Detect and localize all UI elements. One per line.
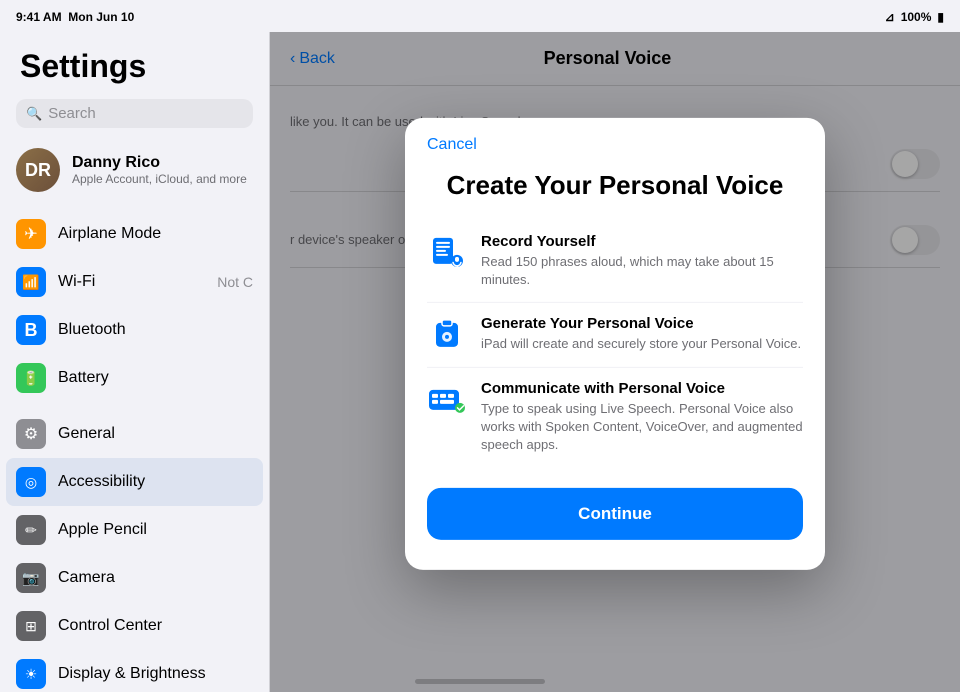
wifi-label: Wi-Fi	[58, 273, 205, 291]
battery-label: Battery	[58, 369, 253, 387]
display-label: Display & Brightness	[58, 665, 253, 683]
record-icon	[427, 233, 467, 273]
sidebar-item-apple-pencil[interactable]: ✏ Apple Pencil	[0, 506, 269, 554]
battery-percent: 100%	[901, 10, 932, 24]
sidebar-title: Settings	[0, 32, 269, 93]
time-display: 9:41 AM	[16, 10, 62, 24]
settings-list: ✈ Airplane Mode 📶 Wi-Fi Not C B Bluetoot…	[0, 210, 269, 692]
apple-pencil-label: Apple Pencil	[58, 521, 253, 539]
search-bar[interactable]: 🔍 Search	[16, 99, 253, 128]
status-time: 9:41 AM Mon Jun 10	[16, 10, 134, 24]
search-placeholder: Search	[48, 105, 96, 122]
user-info: Danny Rico Apple Account, iCloud, and mo…	[72, 154, 247, 186]
wifi-icon: ⊿	[885, 10, 895, 24]
airplane-mode-icon: ✈	[16, 219, 46, 249]
sidebar-item-accessibility[interactable]: ◎ Accessibility	[6, 458, 263, 506]
bluetooth-icon: B	[16, 315, 46, 345]
accessibility-icon: ◎	[16, 467, 46, 497]
modal-item-generate: Generate Your Personal Voice iPad will c…	[427, 302, 803, 367]
sidebar-item-control-center[interactable]: ⊞ Control Center	[0, 602, 269, 650]
ipad-frame: 9:41 AM Mon Jun 10 ⊿ 100% ▮ Settings 🔍 S…	[0, 0, 960, 692]
communicate-icon	[427, 379, 467, 419]
user-subtitle: Apple Account, iCloud, and more	[72, 172, 247, 186]
modal-create-personal-voice: Cancel Create Your Personal Voice	[405, 118, 825, 570]
sidebar-item-airplane-mode[interactable]: ✈ Airplane Mode	[0, 210, 269, 258]
sidebar: Settings 🔍 Search DR Danny Rico Apple Ac…	[0, 32, 270, 692]
modal-title: Create Your Personal Voice	[405, 162, 825, 221]
generate-icon	[427, 314, 467, 354]
date-display: Mon Jun 10	[68, 10, 134, 24]
modal-items-list: Record Yourself Read 150 phrases aloud, …	[405, 221, 825, 466]
record-desc: Read 150 phrases aloud, which may take a…	[481, 253, 803, 289]
sidebar-item-display[interactable]: ☀ Display & Brightness	[0, 650, 269, 692]
communicate-desc: Type to speak using Live Speech. Persona…	[481, 399, 803, 454]
sidebar-item-wifi[interactable]: 📶 Wi-Fi Not C	[0, 258, 269, 306]
status-bar: 9:41 AM Mon Jun 10 ⊿ 100% ▮	[0, 0, 960, 32]
modal-cancel-button[interactable]: Cancel	[405, 118, 499, 162]
generate-content: Generate Your Personal Voice iPad will c…	[481, 314, 801, 352]
modal-item-communicate: Communicate with Personal Voice Type to …	[427, 367, 803, 466]
generate-title: Generate Your Personal Voice	[481, 314, 801, 331]
camera-label: Camera	[58, 569, 253, 587]
status-indicators: ⊿ 100% ▮	[885, 10, 944, 24]
control-center-label: Control Center	[58, 617, 253, 635]
display-icon: ☀	[16, 659, 46, 689]
sidebar-item-camera[interactable]: 📷 Camera	[0, 554, 269, 602]
general-icon: ⚙	[16, 419, 46, 449]
general-label: General	[58, 425, 253, 443]
modal-item-record: Record Yourself Read 150 phrases aloud, …	[427, 221, 803, 302]
user-name: Danny Rico	[72, 154, 247, 172]
main-layout: Settings 🔍 Search DR Danny Rico Apple Ac…	[0, 32, 960, 692]
avatar: DR	[16, 148, 60, 192]
wifi-settings-icon: 📶	[16, 267, 46, 297]
wifi-value: Not C	[217, 274, 253, 290]
sidebar-item-general[interactable]: ⚙ General	[0, 410, 269, 458]
continue-button[interactable]: Continue	[427, 488, 803, 540]
home-indicator	[415, 679, 545, 684]
record-content: Record Yourself Read 150 phrases aloud, …	[481, 233, 803, 289]
content-area: ‹ Back Personal Voice like you. It can b…	[270, 32, 960, 692]
accessibility-label: Accessibility	[58, 473, 253, 491]
search-icon: 🔍	[26, 106, 42, 122]
communicate-content: Communicate with Personal Voice Type to …	[481, 379, 803, 454]
sidebar-item-battery[interactable]: 🔋 Battery	[0, 354, 269, 402]
communicate-title: Communicate with Personal Voice	[481, 379, 803, 396]
battery-icon: ▮	[937, 10, 944, 24]
airplane-mode-label: Airplane Mode	[58, 225, 253, 243]
battery-settings-icon: 🔋	[16, 363, 46, 393]
bluetooth-label: Bluetooth	[58, 321, 253, 339]
user-profile[interactable]: DR Danny Rico Apple Account, iCloud, and…	[0, 138, 269, 202]
camera-settings-icon: 📷	[16, 563, 46, 593]
control-center-icon: ⊞	[16, 611, 46, 641]
sidebar-item-bluetooth[interactable]: B Bluetooth	[0, 306, 269, 354]
record-title: Record Yourself	[481, 233, 803, 250]
generate-desc: iPad will create and securely store your…	[481, 334, 801, 352]
apple-pencil-icon: ✏	[16, 515, 46, 545]
